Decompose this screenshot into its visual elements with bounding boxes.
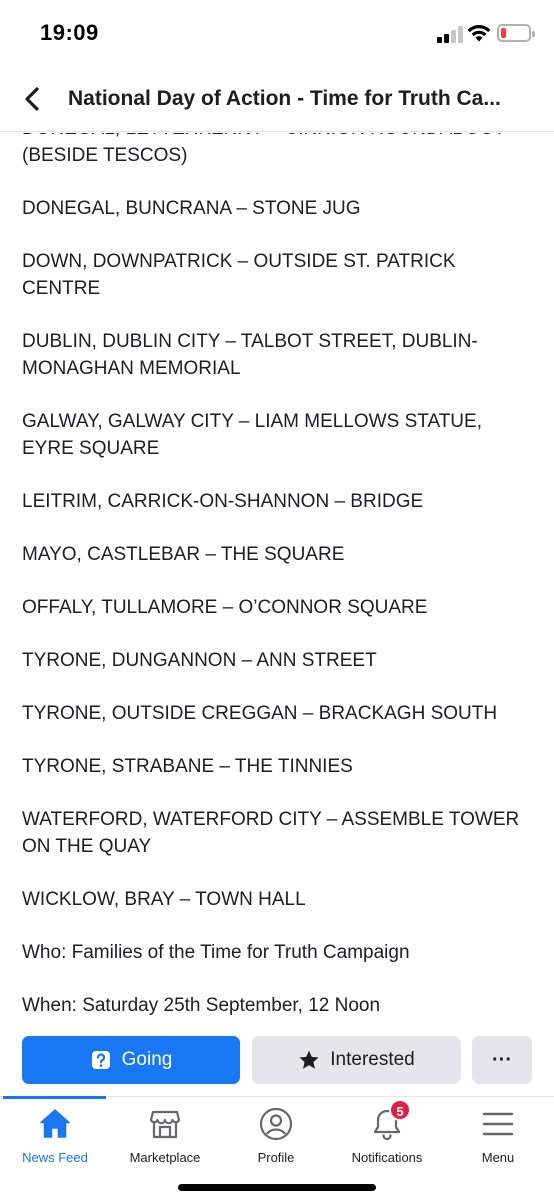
page-header: National Day of Action - Time for Truth …: [0, 68, 554, 132]
detail-line-text: MAYO, CASTLEBAR – THE SQUARE: [22, 544, 345, 565]
event-action-bar: Going Interested ···: [0, 1026, 554, 1096]
home-indicator: [178, 1184, 376, 1191]
detail-line: TYRONE, OUTSIDE CREGGAN – BRACKAGH SOUTH: [22, 700, 527, 727]
detail-line-continuation: EYRE SQUARE: [22, 438, 160, 459]
detail-line: When: Saturday 25th September, 12 Noon: [22, 992, 527, 1019]
detail-line-text: WATERFORD, WATERFORD CITY – ASSEMBLE TOW…: [22, 809, 520, 830]
more-options-button[interactable]: ···: [472, 1036, 532, 1084]
tab-label: News Feed: [22, 1150, 88, 1165]
detail-line: DONEGAL, LETTERKENNY – CINNIGH ROUNDABOU…: [22, 133, 527, 169]
active-tab-indicator: [3, 1096, 106, 1099]
detail-line-text: GALWAY, GALWAY CITY – LIAM MELLOWS STATU…: [22, 411, 482, 432]
detail-line: Who: Families of the Time for Truth Camp…: [22, 939, 527, 966]
battery-icon: [497, 24, 535, 42]
event-details-text: DONEGAL, LETTERKENNY – CINNIGH ROUNDABOU…: [22, 133, 527, 1026]
detail-line-text: DUBLIN, DUBLIN CITY – TALBOT STREET, DUB…: [22, 331, 478, 352]
detail-line: DUBLIN, DUBLIN CITY – TALBOT STREET, DUB…: [22, 328, 527, 382]
detail-line-continuation: (BESIDE TESCOS): [22, 145, 188, 166]
detail-line: DONEGAL, BUNCRANA – STONE JUG: [22, 195, 527, 222]
detail-line: TYRONE, DUNGANNON – ANN STREET: [22, 647, 527, 674]
detail-line-text: TYRONE, DUNGANNON – ANN STREET: [22, 650, 377, 671]
detail-line: GALWAY, GALWAY CITY – LIAM MELLOWS STATU…: [22, 408, 527, 462]
detail-line: WICKLOW, BRAY – TOWN HALL: [22, 886, 527, 913]
status-time: 19:09: [40, 20, 99, 45]
interested-button[interactable]: Interested: [252, 1036, 461, 1084]
profile-icon: [259, 1107, 293, 1141]
notification-count-badge: 5: [389, 1099, 411, 1121]
wifi-icon: [467, 25, 491, 42]
tab-notifications[interactable]: 5 Notifications: [332, 1099, 442, 1169]
detail-line: WATERFORD, WATERFORD CITY – ASSEMBLE TOW…: [22, 806, 527, 860]
cellular-signal-icon: [437, 25, 463, 43]
detail-line-continuation: CENTRE: [22, 278, 101, 299]
detail-line-text: DOWN, DOWNPATRICK – OUTSIDE ST. PATRICK: [22, 251, 456, 272]
detail-line-text: TYRONE, OUTSIDE CREGGAN – BRACKAGH SOUTH: [22, 703, 498, 724]
tab-marketplace[interactable]: Marketplace: [110, 1107, 220, 1169]
more-dots-icon: ···: [492, 1048, 512, 1071]
detail-line-continuation: ON THE QUAY: [22, 836, 152, 857]
tab-label: Notifications: [351, 1150, 423, 1165]
detail-line-text: LEITRIM, CARRICK-ON-SHANNON – BRIDGE: [22, 491, 424, 512]
menu-icon: [481, 1107, 515, 1141]
detail-line-text: DONEGAL, LETTERKENNY – CINNIGH ROUNDABOU…: [22, 133, 527, 142]
detail-line: LEITRIM, CARRICK-ON-SHANNON – BRIDGE: [22, 488, 527, 515]
tab-label: Profile: [257, 1150, 295, 1165]
detail-line: TYRONE, STRABANE – THE TINNIES: [22, 753, 527, 780]
detail-line: OFFALY, TULLAMORE – O’CONNOR SQUARE: [22, 594, 527, 621]
event-details-scroll[interactable]: DONEGAL, LETTERKENNY – CINNIGH ROUNDABOU…: [0, 133, 554, 1026]
home-icon: [38, 1107, 72, 1141]
detail-line-text: Who: Families of the Time for Truth Camp…: [22, 942, 410, 963]
detail-line: MAYO, CASTLEBAR – THE SQUARE: [22, 541, 527, 568]
back-chevron-icon[interactable]: [18, 84, 48, 114]
interested-label: Interested: [330, 1049, 415, 1070]
going-check-icon: [90, 1049, 112, 1071]
detail-line-text: When: Saturday 25th September, 12 Noon: [22, 995, 381, 1016]
tab-news-feed[interactable]: News Feed: [0, 1107, 110, 1169]
detail-line-continuation: MONAGHAN MEMORIAL: [22, 358, 241, 379]
bell-icon: 5: [370, 1099, 411, 1141]
detail-line-text: WICKLOW, BRAY – TOWN HALL: [22, 889, 306, 910]
going-button[interactable]: Going: [22, 1036, 240, 1084]
detail-line: DOWN, DOWNPATRICK – OUTSIDE ST. PATRICK C…: [22, 248, 527, 302]
marketplace-icon: [148, 1107, 182, 1141]
tab-menu[interactable]: Menu: [443, 1107, 553, 1169]
detail-line-text: OFFALY, TULLAMORE – O’CONNOR SQUARE: [22, 597, 428, 618]
tab-profile[interactable]: Profile: [221, 1107, 331, 1169]
star-icon: [298, 1049, 320, 1071]
bottom-tab-bar: News Feed Marketplace Profile 5 Notifica…: [0, 1096, 554, 1200]
tab-label: Marketplace: [129, 1150, 201, 1165]
tab-label: Menu: [481, 1150, 515, 1165]
page-title: National Day of Action - Time for Truth …: [68, 87, 501, 110]
detail-line-text: TYRONE, STRABANE – THE TINNIES: [22, 756, 353, 777]
going-label: Going: [121, 1049, 173, 1070]
detail-line-text: DONEGAL, BUNCRANA – STONE JUG: [22, 198, 361, 219]
status-bar: 19:09: [0, 0, 554, 68]
